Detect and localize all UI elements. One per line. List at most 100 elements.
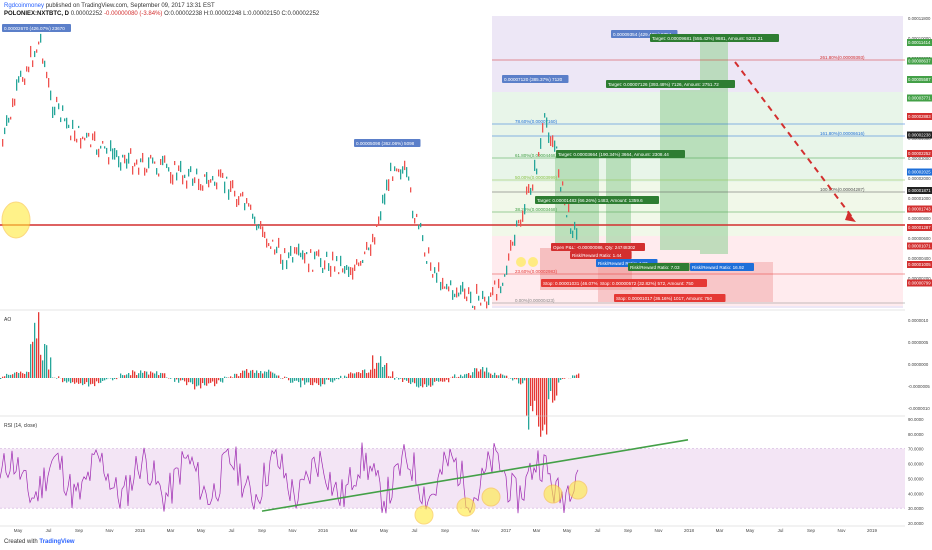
- price-candle: [440, 281, 442, 291]
- price-candle: [568, 203, 570, 213]
- ao-bar: [348, 373, 350, 378]
- price-candle: [520, 219, 522, 227]
- price-candle: [8, 117, 10, 123]
- price-candle: [566, 215, 568, 218]
- ao-bar: [266, 371, 268, 378]
- price-candle: [142, 152, 144, 163]
- ao-bar: [312, 378, 314, 386]
- ao-bar: [64, 378, 66, 382]
- ao-bar: [40, 354, 42, 378]
- price-candle: [70, 135, 72, 141]
- ao-bar: [70, 378, 72, 384]
- ao-bar: [234, 373, 236, 378]
- price-candle: [130, 148, 132, 154]
- price-candle: [84, 137, 86, 141]
- ao-bar: [518, 378, 520, 384]
- price-candle: [82, 136, 84, 140]
- ao-bar: [418, 378, 420, 388]
- price-candle: [256, 224, 258, 231]
- ao-bar: [212, 378, 214, 382]
- price-candle: [88, 132, 90, 137]
- price-candle: [34, 51, 36, 58]
- price-candle: [468, 287, 470, 295]
- price-candle: [270, 246, 272, 249]
- chart-canvas[interactable]: 261.80%(0.00009393) 161.80%(0.00006616) 10…: [0, 0, 932, 550]
- ao-bar: [464, 374, 466, 378]
- ao-bar: [148, 374, 150, 378]
- price-candle: [538, 152, 540, 157]
- price-candle: [348, 266, 350, 277]
- ao-bar: [538, 378, 540, 427]
- price-candle: [178, 165, 180, 171]
- price-candle: [574, 221, 576, 230]
- ao-bar: [230, 376, 232, 378]
- ao-bar: [482, 366, 484, 378]
- price-candle: [192, 178, 194, 186]
- price-candle: [344, 266, 346, 274]
- ao-bar: [48, 369, 50, 378]
- price-candle: [118, 156, 120, 168]
- publisher-name[interactable]: Rgdcoinmoney: [4, 3, 44, 9]
- price-candle: [302, 250, 304, 260]
- ao-bar: [498, 375, 500, 378]
- price-candle: [46, 71, 48, 79]
- ao-bar: [350, 372, 352, 378]
- price-candle: [164, 155, 166, 163]
- tradingview-logo[interactable]: TradingView: [39, 539, 74, 545]
- ao-bar: [516, 378, 518, 380]
- price-candle: [426, 261, 428, 264]
- ao-bar: [466, 373, 468, 378]
- price-candle: [110, 140, 112, 152]
- price-marker-label: 0.00001071: [908, 244, 931, 249]
- ao-bar: [270, 371, 272, 378]
- ao-bar: [572, 375, 574, 378]
- annotation-label: 0.00002670 (426.07%) 23670: [4, 26, 65, 31]
- ao-bar: [488, 372, 490, 378]
- price-candle: [208, 179, 210, 188]
- annotation-label: 0.00007120 (385.37%) 7120: [504, 77, 563, 82]
- annotation-label: Target: 0.00007126 (393.48%) 7126, Amoun…: [608, 82, 719, 87]
- price-candle: [428, 247, 430, 254]
- ao-bar: [240, 372, 242, 378]
- ao-bar: [578, 373, 580, 378]
- price-change: -0.00000080 (-3.84%): [104, 11, 163, 17]
- price-candle: [352, 267, 354, 280]
- price-candle: [264, 231, 266, 239]
- ao-bar: [472, 372, 474, 378]
- price-candle: [298, 243, 300, 256]
- price-candle: [282, 259, 284, 270]
- ao-bar: [10, 374, 12, 378]
- price-candle: [464, 288, 466, 299]
- ao-bar: [300, 378, 302, 388]
- ao-bar: [378, 362, 380, 378]
- time-tick-label: May: [197, 528, 206, 533]
- price-candle: [536, 168, 538, 175]
- ao-bar: [170, 378, 172, 379]
- price-candle: [338, 272, 340, 275]
- price-candle: [174, 161, 176, 166]
- ao-bar: [368, 372, 370, 378]
- ao-bar: [82, 378, 84, 386]
- ao-bar: [226, 377, 228, 378]
- price-marker-label: 0.00002238: [908, 133, 931, 138]
- price-candle: [518, 219, 520, 224]
- ao-bar: [554, 378, 556, 401]
- ao-bar: [372, 355, 374, 378]
- price-candle: [336, 256, 338, 262]
- ao-bar: [310, 378, 312, 385]
- ao-bar: [136, 375, 138, 378]
- ao-bar: [242, 370, 244, 378]
- ao-bar: [494, 372, 496, 378]
- price-candle: [20, 70, 22, 77]
- price-candle: [474, 306, 476, 310]
- target-box-4: [700, 34, 728, 254]
- ao-bar: [140, 370, 142, 378]
- ao-bar: [398, 378, 400, 380]
- symbol-label[interactable]: POLONIEX:NXTBTC, D: [4, 11, 69, 17]
- price-marker-label: 0.00005587: [908, 77, 931, 82]
- price-candle: [550, 136, 552, 146]
- price-candle: [466, 296, 468, 302]
- price-candle: [552, 135, 554, 148]
- price-candle: [506, 265, 508, 275]
- ao-bar: [128, 373, 130, 378]
